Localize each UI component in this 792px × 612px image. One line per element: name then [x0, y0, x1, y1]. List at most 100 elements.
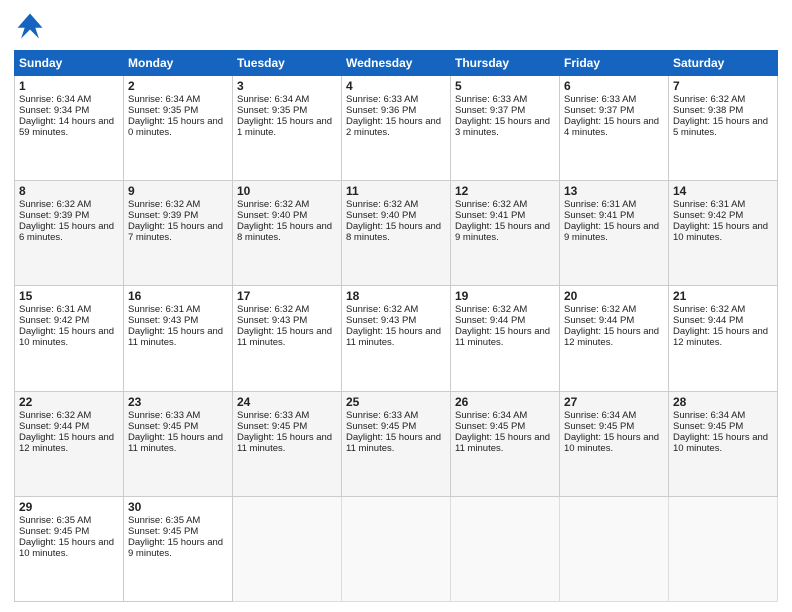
daylight-label: Daylight: 15 hours and 11 minutes.	[455, 326, 550, 348]
sunrise-label: Sunrise: 6:35 AM	[128, 515, 200, 526]
calendar-cell: 9Sunrise: 6:32 AMSunset: 9:39 PMDaylight…	[124, 181, 233, 286]
col-saturday: Saturday	[669, 51, 778, 76]
calendar-row: 8Sunrise: 6:32 AMSunset: 9:39 PMDaylight…	[15, 181, 778, 286]
day-number: 20	[564, 289, 664, 303]
day-number: 13	[564, 184, 664, 198]
sunset-label: Sunset: 9:35 PM	[237, 105, 307, 116]
day-number: 21	[673, 289, 773, 303]
daylight-label: Daylight: 15 hours and 9 minutes.	[564, 221, 659, 243]
daylight-label: Daylight: 15 hours and 12 minutes.	[564, 326, 659, 348]
daylight-label: Daylight: 15 hours and 1 minute.	[237, 116, 332, 138]
sunset-label: Sunset: 9:44 PM	[19, 421, 89, 432]
sunrise-label: Sunrise: 6:31 AM	[19, 304, 91, 315]
day-number: 25	[346, 395, 446, 409]
day-number: 16	[128, 289, 228, 303]
sunrise-label: Sunrise: 6:32 AM	[346, 199, 418, 210]
sunset-label: Sunset: 9:38 PM	[673, 105, 743, 116]
daylight-label: Daylight: 15 hours and 4 minutes.	[564, 116, 659, 138]
logo	[14, 10, 50, 42]
day-number: 8	[19, 184, 119, 198]
day-number: 17	[237, 289, 337, 303]
daylight-label: Daylight: 15 hours and 12 minutes.	[673, 326, 768, 348]
day-number: 4	[346, 79, 446, 93]
sunrise-label: Sunrise: 6:32 AM	[673, 304, 745, 315]
sunset-label: Sunset: 9:45 PM	[564, 421, 634, 432]
daylight-label: Daylight: 15 hours and 8 minutes.	[346, 221, 441, 243]
day-number: 10	[237, 184, 337, 198]
day-number: 7	[673, 79, 773, 93]
sunrise-label: Sunrise: 6:33 AM	[128, 410, 200, 421]
calendar-cell	[669, 496, 778, 601]
sunset-label: Sunset: 9:39 PM	[128, 210, 198, 221]
daylight-label: Daylight: 15 hours and 10 minutes.	[673, 221, 768, 243]
day-number: 15	[19, 289, 119, 303]
sunset-label: Sunset: 9:45 PM	[673, 421, 743, 432]
calendar-cell: 30Sunrise: 6:35 AMSunset: 9:45 PMDayligh…	[124, 496, 233, 601]
col-friday: Friday	[560, 51, 669, 76]
col-thursday: Thursday	[451, 51, 560, 76]
day-number: 19	[455, 289, 555, 303]
sunrise-label: Sunrise: 6:31 AM	[564, 199, 636, 210]
calendar-cell: 26Sunrise: 6:34 AMSunset: 9:45 PMDayligh…	[451, 391, 560, 496]
sunset-label: Sunset: 9:45 PM	[237, 421, 307, 432]
sunrise-label: Sunrise: 6:33 AM	[237, 410, 309, 421]
sunset-label: Sunset: 9:36 PM	[346, 105, 416, 116]
daylight-label: Daylight: 15 hours and 0 minutes.	[128, 116, 223, 138]
calendar-cell: 18Sunrise: 6:32 AMSunset: 9:43 PMDayligh…	[342, 286, 451, 391]
sunset-label: Sunset: 9:44 PM	[673, 315, 743, 326]
sunset-label: Sunset: 9:37 PM	[455, 105, 525, 116]
sunset-label: Sunset: 9:43 PM	[346, 315, 416, 326]
day-number: 30	[128, 500, 228, 514]
calendar-cell: 11Sunrise: 6:32 AMSunset: 9:40 PMDayligh…	[342, 181, 451, 286]
daylight-label: Daylight: 15 hours and 9 minutes.	[455, 221, 550, 243]
sunset-label: Sunset: 9:45 PM	[455, 421, 525, 432]
calendar-cell: 17Sunrise: 6:32 AMSunset: 9:43 PMDayligh…	[233, 286, 342, 391]
calendar-cell: 25Sunrise: 6:33 AMSunset: 9:45 PMDayligh…	[342, 391, 451, 496]
daylight-label: Daylight: 15 hours and 10 minutes.	[673, 432, 768, 454]
page: Sunday Monday Tuesday Wednesday Thursday…	[0, 0, 792, 612]
daylight-label: Daylight: 15 hours and 2 minutes.	[346, 116, 441, 138]
sunset-label: Sunset: 9:43 PM	[237, 315, 307, 326]
calendar-cell: 4Sunrise: 6:33 AMSunset: 9:36 PMDaylight…	[342, 76, 451, 181]
sunrise-label: Sunrise: 6:33 AM	[346, 410, 418, 421]
day-number: 27	[564, 395, 664, 409]
sunrise-label: Sunrise: 6:35 AM	[19, 515, 91, 526]
day-number: 2	[128, 79, 228, 93]
calendar-cell: 8Sunrise: 6:32 AMSunset: 9:39 PMDaylight…	[15, 181, 124, 286]
calendar-cell: 6Sunrise: 6:33 AMSunset: 9:37 PMDaylight…	[560, 76, 669, 181]
calendar-cell: 27Sunrise: 6:34 AMSunset: 9:45 PMDayligh…	[560, 391, 669, 496]
daylight-label: Daylight: 15 hours and 7 minutes.	[128, 221, 223, 243]
sunrise-label: Sunrise: 6:33 AM	[455, 94, 527, 105]
calendar-cell: 5Sunrise: 6:33 AMSunset: 9:37 PMDaylight…	[451, 76, 560, 181]
sunrise-label: Sunrise: 6:34 AM	[128, 94, 200, 105]
sunrise-label: Sunrise: 6:32 AM	[128, 199, 200, 210]
calendar-cell: 10Sunrise: 6:32 AMSunset: 9:40 PMDayligh…	[233, 181, 342, 286]
col-sunday: Sunday	[15, 51, 124, 76]
day-number: 29	[19, 500, 119, 514]
sunset-label: Sunset: 9:45 PM	[346, 421, 416, 432]
calendar-cell	[342, 496, 451, 601]
sunrise-label: Sunrise: 6:33 AM	[346, 94, 418, 105]
sunset-label: Sunset: 9:40 PM	[346, 210, 416, 221]
col-tuesday: Tuesday	[233, 51, 342, 76]
col-wednesday: Wednesday	[342, 51, 451, 76]
daylight-label: Daylight: 15 hours and 6 minutes.	[19, 221, 114, 243]
day-number: 18	[346, 289, 446, 303]
sunrise-label: Sunrise: 6:33 AM	[564, 94, 636, 105]
daylight-label: Daylight: 15 hours and 11 minutes.	[128, 326, 223, 348]
sunset-label: Sunset: 9:34 PM	[19, 105, 89, 116]
sunrise-label: Sunrise: 6:32 AM	[346, 304, 418, 315]
sunrise-label: Sunrise: 6:34 AM	[673, 410, 745, 421]
day-number: 3	[237, 79, 337, 93]
sunrise-label: Sunrise: 6:31 AM	[673, 199, 745, 210]
sunset-label: Sunset: 9:41 PM	[564, 210, 634, 221]
day-number: 23	[128, 395, 228, 409]
daylight-label: Daylight: 15 hours and 11 minutes.	[346, 432, 441, 454]
sunset-label: Sunset: 9:35 PM	[128, 105, 198, 116]
calendar-cell: 15Sunrise: 6:31 AMSunset: 9:42 PMDayligh…	[15, 286, 124, 391]
daylight-label: Daylight: 15 hours and 5 minutes.	[673, 116, 768, 138]
calendar-cell: 12Sunrise: 6:32 AMSunset: 9:41 PMDayligh…	[451, 181, 560, 286]
sunrise-label: Sunrise: 6:32 AM	[455, 199, 527, 210]
sunrise-label: Sunrise: 6:32 AM	[19, 199, 91, 210]
sunset-label: Sunset: 9:41 PM	[455, 210, 525, 221]
